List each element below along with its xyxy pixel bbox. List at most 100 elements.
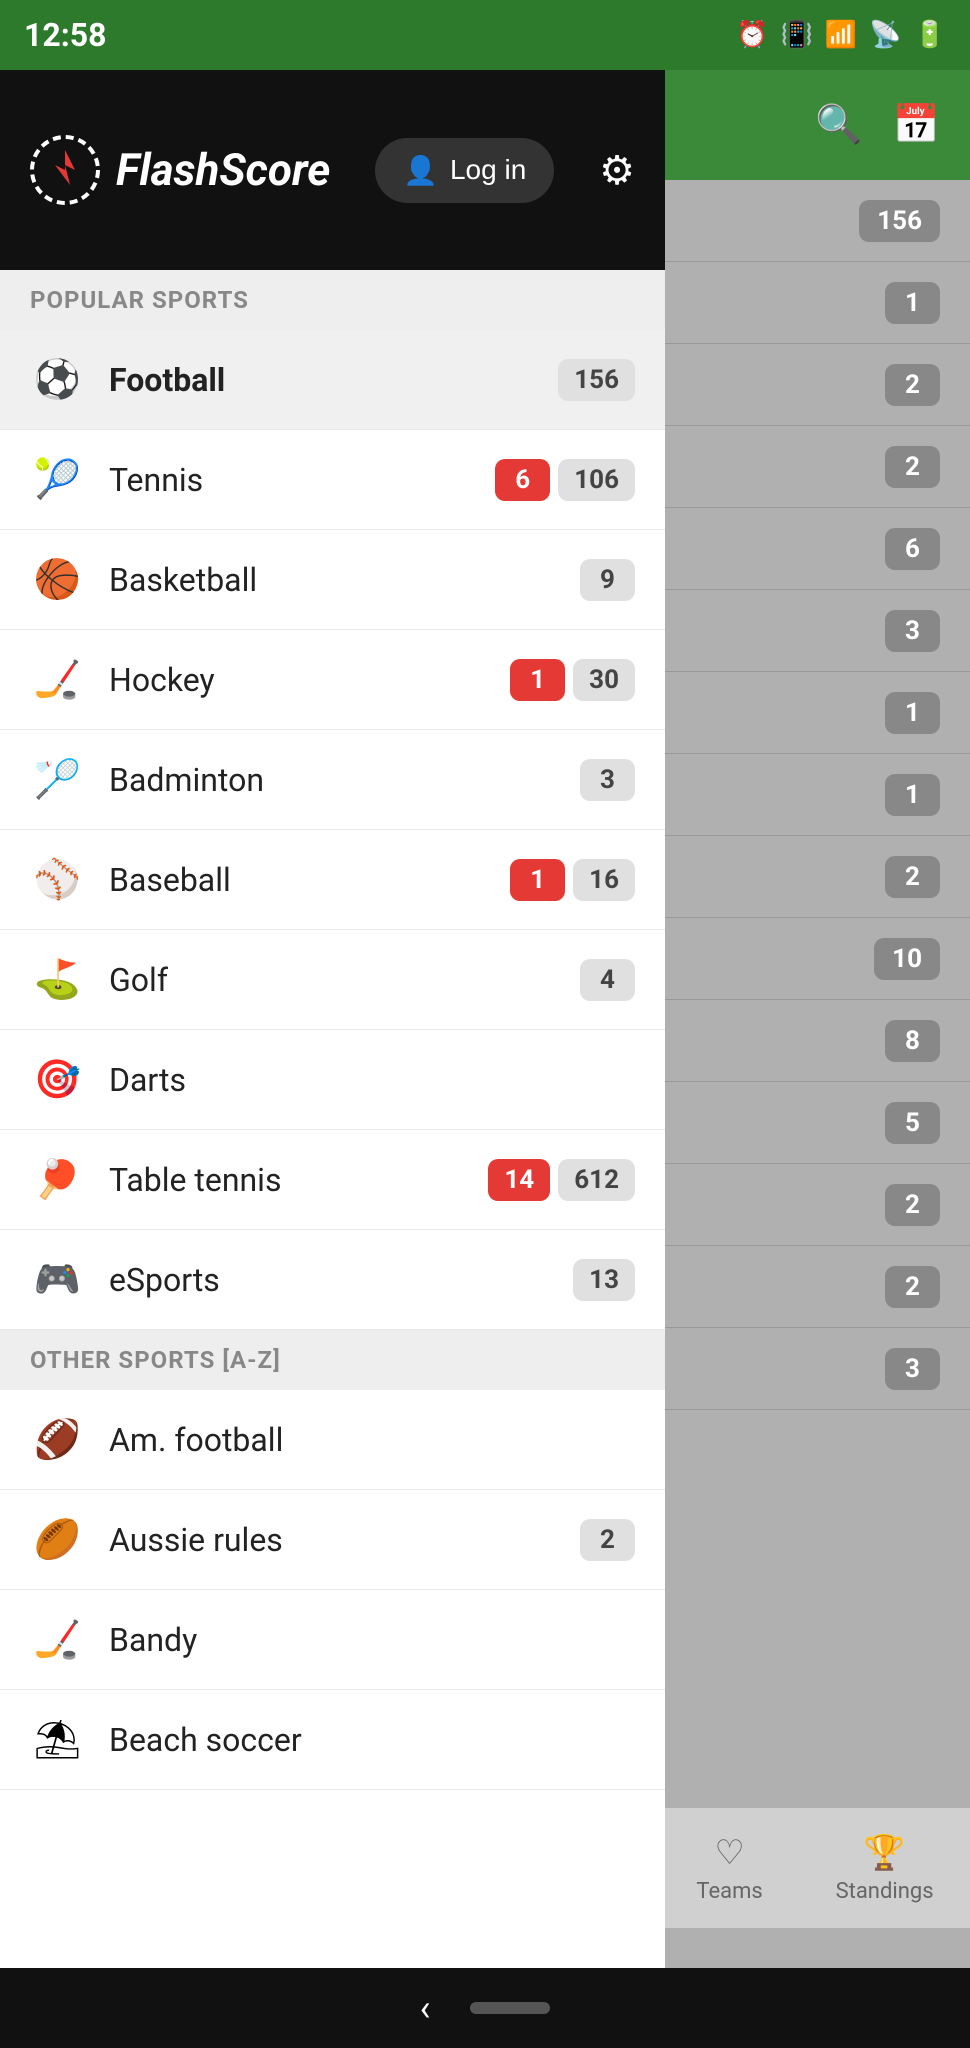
badge-group: 116 (510, 859, 635, 901)
app-name: FlashScore (116, 144, 330, 196)
sport-name: Football (109, 361, 558, 399)
golf-icon: ⛳ (30, 952, 85, 1007)
right-number-row: 2 (660, 426, 970, 508)
count-badge: 16 (573, 859, 635, 901)
number-badge: 2 (885, 1184, 940, 1226)
login-label: Log in (450, 154, 526, 186)
sport-name: Bandy (109, 1621, 635, 1659)
badge-group: 6106 (495, 459, 635, 501)
battery-icon: 🔋 (914, 20, 946, 50)
standings-icon: 🏆 (863, 1833, 905, 1873)
drawer-header: FlashScore 👤 Log in ⚙ (0, 70, 665, 270)
count-badge: 612 (558, 1159, 635, 1201)
right-number-row: 1 (660, 754, 970, 836)
vibrate-icon: 📳 (781, 20, 813, 50)
tennis-icon: 🎾 (30, 452, 85, 507)
number-badge: 8 (885, 1020, 940, 1062)
login-button[interactable]: 👤 Log in (375, 138, 554, 203)
right-bottom-bar: ♡ Teams 🏆 Standings (660, 1808, 970, 1928)
beach-soccer-icon: ⛱ (30, 1712, 85, 1767)
live-badge: 1 (510, 859, 565, 901)
badge-group: 13 (573, 1259, 635, 1301)
sport-name: eSports (109, 1261, 573, 1299)
standings-tab[interactable]: 🏆 Standings (836, 1833, 934, 1904)
number-badge: 2 (885, 1266, 940, 1308)
right-number-row: 1 (660, 672, 970, 754)
sport-name: Tennis (109, 461, 495, 499)
live-badge: 6 (495, 459, 550, 501)
number-badge: 5 (885, 1102, 940, 1144)
badge-group: 9 (580, 559, 635, 601)
sport-item-aussie-rules[interactable]: 🏉Aussie rules2 (0, 1490, 665, 1590)
number-badge: 156 (859, 200, 940, 242)
badge-group: 4 (580, 959, 635, 1001)
right-number-row: 8 (660, 1000, 970, 1082)
sport-name: Golf (109, 961, 580, 999)
sport-name: Basketball (109, 561, 580, 599)
count-badge: 30 (573, 659, 635, 701)
flashscore-logo-icon (30, 135, 100, 205)
number-badge: 2 (885, 446, 940, 488)
right-number-row: 5 (660, 1082, 970, 1164)
sport-item-esports[interactable]: 🎮eSports13 (0, 1230, 665, 1330)
badge-group: 130 (510, 659, 635, 701)
sport-item-badminton[interactable]: 🏸Badminton3 (0, 730, 665, 830)
back-button[interactable]: ‹ (420, 1987, 431, 2029)
settings-icon[interactable]: ⚙ (599, 147, 635, 194)
sport-item-baseball[interactable]: ⚾Baseball116 (0, 830, 665, 930)
badge-group: 3 (580, 759, 635, 801)
sport-item-golf[interactable]: ⛳ Golf4 (0, 930, 665, 1030)
sport-item-basketball[interactable]: 🏀 Basketball9 (0, 530, 665, 630)
football-icon: ⚽ (30, 352, 85, 407)
search-icon[interactable]: 🔍 (815, 103, 862, 147)
live-badge: 14 (488, 1159, 550, 1201)
sport-item-table-tennis[interactable]: 🏓Table tennis14612 (0, 1130, 665, 1230)
number-badge: 3 (885, 1348, 940, 1390)
badge-group: 2 (580, 1519, 635, 1561)
badminton-icon: 🏸 (30, 752, 85, 807)
right-number-row: 2 (660, 1246, 970, 1328)
number-badge: 3 (885, 610, 940, 652)
count-badge: 9 (580, 559, 635, 601)
home-button[interactable] (470, 2002, 550, 2014)
signal-icon: 📡 (869, 20, 901, 50)
other-sports-header: OTHER SPORTS [A-Z] (0, 1330, 665, 1390)
status-icons: ⏰ 📳 📶 📡 🔋 (736, 20, 946, 50)
baseball-icon: ⚾ (30, 852, 85, 907)
sport-name: Hockey (109, 661, 510, 699)
other-sports-list: 🏈 Am. football 🏉Aussie rules2🏒Bandy⛱Beach … (0, 1390, 665, 1790)
teams-icon: ♡ (714, 1833, 744, 1873)
standings-label: Standings (836, 1879, 934, 1904)
count-badge: 3 (580, 759, 635, 801)
number-badge: 6 (885, 528, 940, 570)
right-number-row: 6 (660, 508, 970, 590)
right-number-row: 2 (660, 836, 970, 918)
sport-name: Table tennis (109, 1161, 488, 1199)
sport-item-darts[interactable]: 🎯Darts (0, 1030, 665, 1130)
sport-item-hockey[interactable]: 🏒Hockey130 (0, 630, 665, 730)
logo-area: FlashScore (30, 135, 330, 205)
sport-item-tennis[interactable]: 🎾 Tennis6106 (0, 430, 665, 530)
sport-item-bandy[interactable]: 🏒Bandy (0, 1590, 665, 1690)
am.-football-icon: 🏈 (30, 1412, 85, 1467)
basketball-icon: 🏀 (30, 552, 85, 607)
right-number-row: 156 (660, 180, 970, 262)
sport-item-beach-soccer[interactable]: ⛱Beach soccer (0, 1690, 665, 1790)
sport-name: Darts (109, 1061, 635, 1099)
sport-item-am-football[interactable]: 🏈 Am. football (0, 1390, 665, 1490)
popular-sports-header: POPULAR SPORTS (0, 270, 665, 330)
badge-group: 156 (558, 359, 635, 401)
number-badge: 2 (885, 856, 940, 898)
number-badge: 1 (885, 282, 940, 324)
calendar-icon[interactable]: 📅 (893, 103, 940, 147)
number-badge: 1 (885, 692, 940, 734)
sport-name: Am. football (109, 1421, 635, 1459)
teams-tab[interactable]: ♡ Teams (696, 1833, 762, 1904)
alarm-icon: ⏰ (736, 20, 768, 50)
aussie-rules-icon: 🏉 (30, 1512, 85, 1567)
sport-item-football[interactable]: ⚽ Football156 (0, 330, 665, 430)
count-badge: 156 (558, 359, 635, 401)
right-number-row: 3 (660, 1328, 970, 1410)
right-number-row: 2 (660, 344, 970, 426)
number-badge: 10 (874, 938, 940, 980)
